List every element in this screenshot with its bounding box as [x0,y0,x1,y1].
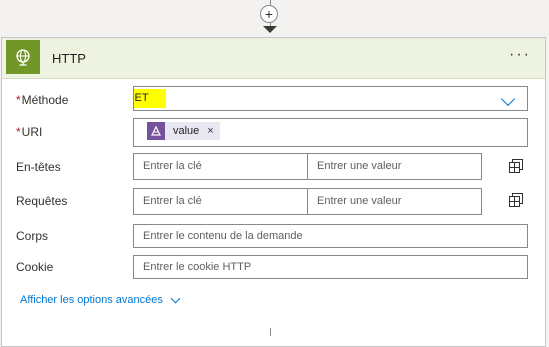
plus-icon: + [264,6,274,22]
query-key-input[interactable]: Entrer la clé [133,188,308,215]
body-label: Corps [16,229,49,243]
query-value-input[interactable]: Entrer une valeur [307,188,482,215]
arrow-down-icon [263,26,277,33]
card-header[interactable]: HTTP ··· [2,38,545,79]
card-title: HTTP [52,51,86,66]
http-action-card: HTTP ··· *Méthode GET *URI value × En-tê… [1,37,546,347]
switch-to-text-mode-icon[interactable] [509,159,523,173]
dynamic-content-token[interactable]: value × [147,122,220,140]
remove-token-icon[interactable]: × [207,119,213,143]
globe-icon [6,40,40,74]
show-advanced-options-link[interactable]: Afficher les options avancées [20,293,181,306]
add-step-button[interactable]: + [260,5,278,23]
method-select[interactable]: GET [133,86,528,111]
advanced-options-label: Afficher les options avancées [20,294,163,306]
uri-label-text: URI [21,125,43,139]
uri-label: *URI [16,125,42,139]
chevron-down-icon [500,91,516,107]
method-label: *Méthode [16,93,68,107]
required-mark: * [16,125,21,139]
cookie-label: Cookie [16,260,54,274]
cookie-input[interactable]: Entrer le cookie HTTP [133,255,528,279]
header-key-input[interactable]: Entrer la clé [133,153,308,180]
uri-input[interactable]: value × [133,118,528,147]
body-input[interactable]: Entrer le contenu de la demande [133,224,528,248]
more-options-button[interactable]: ··· [509,46,531,64]
queries-label: Requêtes [16,194,68,208]
token-label: value [173,125,200,137]
flow-connector-bottom [270,328,271,336]
required-mark: * [16,93,21,107]
headers-label: En-têtes [16,160,61,174]
method-label-text: Méthode [21,93,69,107]
chevron-down-icon [170,293,181,303]
method-value: GET [134,89,166,108]
switch-to-text-mode-icon[interactable] [509,193,523,207]
expression-icon [147,122,165,140]
header-value-input[interactable]: Entrer une valeur [307,153,482,180]
